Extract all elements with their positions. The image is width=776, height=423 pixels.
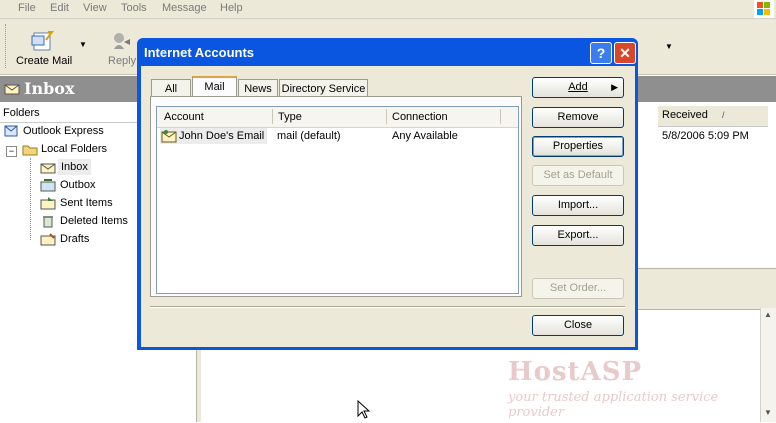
mail-account-icon [161,129,177,143]
toolbar-dropdown-icon[interactable]: ▼ [665,42,673,51]
close-button[interactable]: Close [532,315,624,336]
menu-tools[interactable]: Tools [121,2,147,14]
toolbar-grip[interactable] [5,24,9,68]
received-column-header[interactable]: Received / [658,106,768,127]
set-as-default-button[interactable]: Set as Default [532,165,624,186]
tab-news[interactable]: News [238,79,278,97]
menu-edit[interactable]: Edit [50,2,69,14]
folder-outbox[interactable]: Outbox [60,177,95,193]
local-folders-icon [22,142,38,156]
folder-sent-items[interactable]: Sent Items [60,195,113,211]
sort-indicator-icon: / [722,110,725,120]
mouse-cursor-icon [357,399,371,420]
close-window-button[interactable]: ✕ [614,42,636,64]
dialog-title: Internet Accounts [144,45,255,60]
sent-items-icon [40,196,56,210]
column-account[interactable]: Account [164,111,204,123]
account-name-cell[interactable]: John Doe's Email [179,130,264,142]
inbox-icon [4,81,20,95]
set-order-button[interactable]: Set Order... [532,278,624,299]
inbox-folder-icon [40,160,56,174]
reply-button[interactable]: Reply [108,55,136,67]
column-connection[interactable]: Connection [392,111,448,123]
folder-local-folders[interactable]: Local Folders [41,141,107,157]
message-received-date[interactable]: 5/8/2006 5:09 PM [662,130,749,142]
menu-file[interactable]: File [18,2,36,14]
add-button-label: Add [568,81,588,93]
dialog-separator [150,306,625,308]
accounts-list-header [157,107,518,128]
create-mail-button[interactable]: Create Mail [16,55,72,67]
reply-icon[interactable] [110,31,132,51]
import-button[interactable]: Import... [532,195,624,216]
collapse-toggle-icon[interactable]: − [6,146,17,157]
windows-logo-icon [754,0,774,18]
create-mail-icon[interactable] [30,30,56,52]
tree-line [30,158,32,240]
menu-help[interactable]: Help [220,2,243,14]
watermark-tagline: your trusted application service provide… [508,390,719,420]
create-mail-dropdown-icon[interactable]: ▼ [79,40,87,49]
add-button[interactable]: Add ▶ [532,77,624,98]
folder-outlook-express[interactable]: Outlook Express [23,123,104,139]
scroll-up-icon[interactable]: ▲ [764,310,772,319]
account-type-cell: mail (default) [277,130,341,142]
menu-bar: File Edit View Tools Message Help [0,0,776,19]
properties-button[interactable]: Properties [532,136,624,157]
folder-drafts[interactable]: Drafts [60,231,89,247]
menu-message[interactable]: Message [162,2,207,14]
page-title: Inbox [24,79,75,98]
column-type[interactable]: Type [278,111,302,123]
account-connection-cell: Any Available [392,130,458,142]
received-header-label: Received [662,109,708,121]
export-button[interactable]: Export... [532,225,624,246]
folder-deleted-items[interactable]: Deleted Items [60,213,128,229]
tab-mail[interactable]: Mail [192,76,237,97]
tab-directory-service[interactable]: Directory Service [279,79,368,97]
folder-inbox[interactable]: Inbox [58,159,91,175]
deleted-items-icon [40,214,56,228]
outbox-icon [40,178,56,192]
menu-view[interactable]: View [83,2,107,14]
tab-all[interactable]: All [151,79,191,97]
drafts-icon [40,232,56,246]
add-submenu-arrow-icon: ▶ [611,82,618,92]
outlook-express-icon [4,124,18,138]
help-button[interactable]: ? [590,42,612,64]
watermark-brand: HostASP [508,357,643,387]
column-divider[interactable] [386,109,387,124]
folders-header-label: Folders [3,107,40,119]
column-divider[interactable] [272,109,273,124]
remove-button[interactable]: Remove [532,107,624,128]
column-divider[interactable] [500,109,501,124]
